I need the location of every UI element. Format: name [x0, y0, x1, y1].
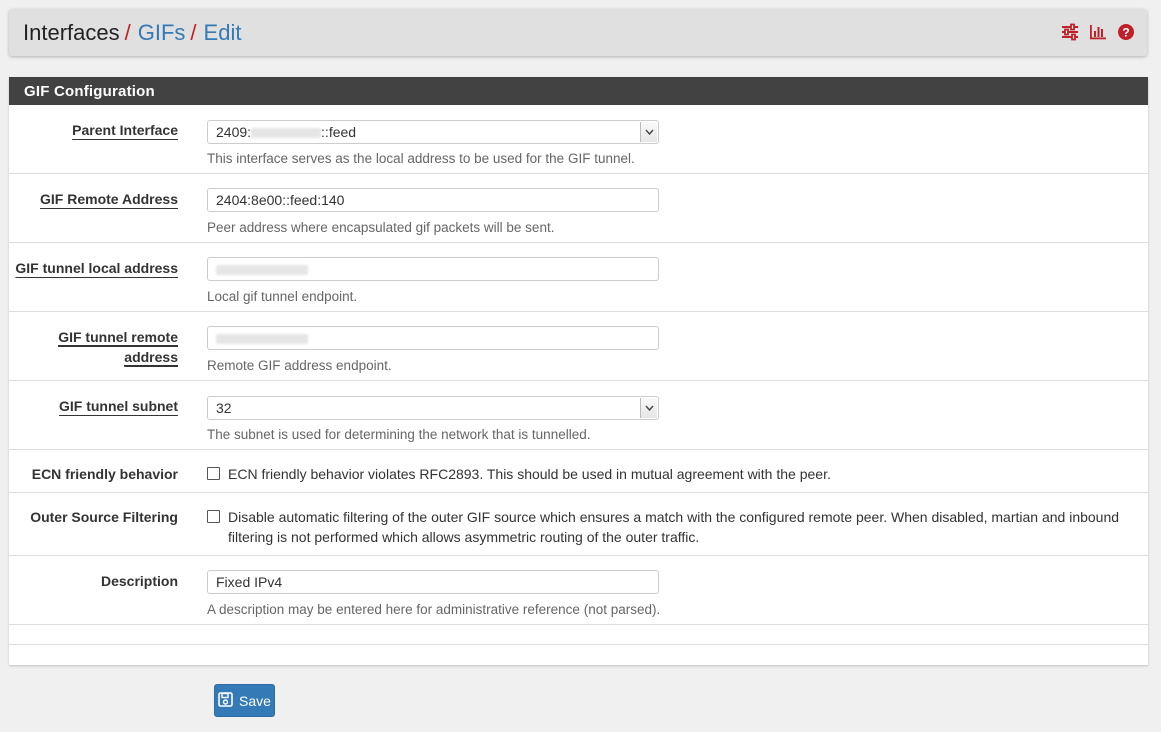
tunnel-local-row: GIF tunnel local address Local gif tunne… — [9, 243, 1148, 312]
outer-filter-text-line2: filtering is not performed which allows … — [228, 529, 700, 545]
outer-filter-text: Disable automatic filtering of the outer… — [228, 507, 1119, 547]
tunnel-remote-input[interactable] — [207, 326, 659, 350]
save-button[interactable]: Save — [214, 684, 275, 717]
remote-address-help: Peer address where encapsulated gif pack… — [207, 220, 555, 235]
spacer-row — [9, 625, 1148, 645]
tunnel-remote-row: GIF tunnel remote address Remote GIF add… — [9, 312, 1148, 381]
save-icon — [218, 691, 233, 710]
description-row: Description Fixed IPv4 A description may… — [9, 556, 1148, 625]
description-input[interactable]: Fixed IPv4 — [207, 570, 659, 594]
ecn-checkbox[interactable] — [207, 467, 220, 480]
description-label: Description — [100, 573, 178, 589]
description-help: A description may be entered here for ad… — [207, 602, 661, 617]
sliders-icon[interactable] — [1061, 23, 1079, 41]
breadcrumb-bar: Interfaces / GIFs / Edit ? — [9, 9, 1147, 56]
tunnel-local-label: GIF tunnel local address — [15, 260, 178, 276]
redacted-address — [251, 128, 322, 139]
tunnel-subnet-help: The subnet is used for determining the n… — [207, 427, 591, 442]
breadcrumb-edit[interactable]: Edit — [204, 20, 242, 46]
outer-filter-text-line1: Disable automatic filtering of the outer… — [228, 509, 1120, 525]
parent-interface-help: This interface serves as the local addre… — [207, 151, 635, 166]
parent-interface-value-prefix: 2409: — [216, 124, 252, 140]
ecn-text: ECN friendly behavior violates RFC2893. … — [228, 466, 831, 482]
breadcrumb-interfaces: Interfaces — [23, 19, 120, 45]
tunnel-remote-help: Remote GIF address endpoint. — [207, 358, 392, 373]
outer-filter-option: Disable automatic filtering of the outer… — [207, 507, 1137, 547]
remote-address-row: GIF Remote Address 2404:8e00::feed:140 P… — [9, 174, 1148, 243]
tunnel-subnet-select[interactable]: 32 — [207, 396, 659, 420]
outer-filter-label: Outer Source Filtering — [30, 509, 178, 525]
svg-text:?: ? — [1122, 26, 1129, 40]
breadcrumb-separator: / — [190, 19, 197, 45]
tunnel-subnet-label: GIF tunnel subnet — [59, 398, 178, 414]
breadcrumb-gifs[interactable]: GIFs — [138, 20, 186, 46]
tunnel-subnet-row: GIF tunnel subnet 32 The subnet is used … — [9, 381, 1148, 450]
header-icons: ? — [1061, 23, 1135, 41]
parent-interface-value-suffix: ::feed — [321, 124, 357, 140]
ecn-option: ECN friendly behavior violates RFC2893. … — [207, 464, 1137, 484]
gif-configuration-panel: GIF Configuration Parent Interface 2409:… — [9, 77, 1148, 665]
tunnel-local-input[interactable] — [207, 257, 659, 281]
help-icon[interactable]: ? — [1117, 23, 1135, 41]
tunnel-remote-label-line1: GIF tunnel remote — [58, 329, 178, 346]
save-label: Save — [239, 692, 271, 709]
parent-interface-label: Parent Interface — [72, 122, 178, 138]
outer-filter-row: Outer Source Filtering Disable automatic… — [9, 493, 1148, 556]
tunnel-local-help: Local gif tunnel endpoint. — [207, 289, 358, 304]
bar-chart-icon[interactable] — [1089, 23, 1107, 41]
breadcrumb-separator: / — [124, 19, 131, 45]
parent-interface-row: Parent Interface 2409:::feed This interf… — [9, 105, 1148, 174]
remote-address-input[interactable]: 2404:8e00::feed:140 — [207, 188, 659, 212]
tunnel-remote-label: GIF tunnel remote address — [58, 327, 178, 367]
tunnel-remote-label-line2: address — [124, 349, 178, 366]
redacted-address — [216, 334, 308, 345]
tunnel-subnet-value: 32 — [216, 400, 232, 416]
chevron-down-icon[interactable] — [640, 122, 657, 142]
ecn-row: ECN friendly behavior ECN friendly behav… — [9, 450, 1148, 493]
remote-address-label: GIF Remote Address — [40, 191, 178, 207]
ecn-label: ECN friendly behavior — [31, 466, 178, 482]
chevron-down-icon[interactable] — [640, 398, 657, 418]
parent-interface-select[interactable]: 2409:::feed — [207, 120, 659, 144]
outer-filter-checkbox[interactable] — [207, 510, 220, 523]
redacted-address — [216, 265, 308, 276]
panel-title: GIF Configuration — [9, 77, 1148, 105]
